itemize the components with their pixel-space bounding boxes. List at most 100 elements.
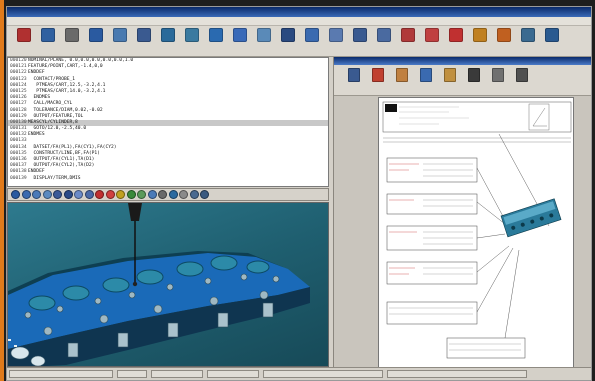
toolbar-button-angle[interactable] [421, 26, 442, 42]
toolbar-button-pencil[interactable] [13, 26, 34, 42]
status-field-1 [9, 370, 113, 378]
application-window: 000120NOMINAL/PLANE, 0.0,0.0,0.0,0.0,0.0… [6, 6, 592, 381]
view-tool-button[interactable] [32, 190, 41, 199]
report-pane [333, 57, 591, 375]
view-tool-button[interactable] [200, 190, 209, 199]
angle-icon [424, 28, 439, 42]
view-tool-button[interactable] [84, 190, 94, 199]
code-text: DATSET/FA(PL1),FA(CY1),FA(CY2) [28, 144, 117, 150]
code-text: OUTPUT/FEATURE,TOL [28, 113, 84, 119]
gear-icon [64, 28, 79, 42]
report-tool-page[interactable] [368, 65, 388, 82]
report-tool-folder[interactable] [440, 65, 460, 82]
view-tool-button[interactable] [42, 190, 52, 199]
toolbar-button-slot[interactable] [325, 26, 346, 42]
code-text: PTMEAS/CART,12.5,-3.2,4.1 [28, 82, 106, 88]
plane-icon [160, 28, 175, 42]
view-tool-button[interactable] [53, 190, 62, 199]
toolbar-button-surface[interactable] [373, 26, 394, 42]
arrow-icon [88, 28, 103, 42]
status-field-3 [151, 370, 203, 378]
view-tool-button[interactable] [189, 190, 199, 199]
cad-3d-viewport[interactable] [7, 202, 329, 367]
dmis-code-editor[interactable]: 000120NOMINAL/PLANE, 0.0,0.0,0.0,0.0,0.0… [7, 57, 329, 187]
inspection-report-page[interactable] [378, 97, 574, 371]
report-part-thumbnail [500, 198, 562, 238]
page-icon [372, 68, 384, 82]
code-text: OUTPUT/FA(CYL1),TA(D1) [28, 157, 95, 162]
status-bar [7, 367, 591, 380]
report-tool-printer[interactable] [344, 65, 364, 82]
view-tool-button[interactable] [11, 190, 20, 199]
code-text: ENDMES [28, 132, 45, 138]
code-text: DISPLAY/TERM,DMIS [28, 175, 81, 181]
status-field-5 [263, 370, 383, 378]
view-tool-button[interactable] [21, 190, 31, 199]
toolbar-button-sphere[interactable] [301, 26, 322, 42]
chart-icon [468, 68, 480, 82]
view-tool-button[interactable] [63, 190, 73, 199]
code-text: ENDMES [28, 95, 51, 101]
toolbar-button-cylinder[interactable] [205, 26, 226, 42]
view-tool-button[interactable] [158, 190, 167, 199]
code-text: CALL/MACRO_CYL [28, 101, 73, 107]
report-tool-chart[interactable] [464, 65, 484, 82]
code-text: FEATURE/POINT,CART,-1.4,0,0 [28, 64, 103, 70]
orange-edge-decoration [0, 0, 4, 381]
toolbar-button-line[interactable] [253, 26, 274, 42]
toolbar-button-gear[interactable] [61, 26, 82, 42]
toolbar-button-probe[interactable] [133, 26, 154, 42]
view-tool-button[interactable] [116, 190, 125, 199]
report-icon [472, 28, 487, 42]
view-tool-button[interactable] [168, 190, 178, 199]
view-tool-button[interactable] [105, 190, 115, 199]
probe-icon [136, 28, 151, 42]
report-tool-binoculars[interactable] [488, 65, 508, 82]
toolbar-button-cross[interactable] [109, 26, 130, 42]
toolbar-button-circle[interactable] [181, 26, 202, 42]
report-content [382, 101, 572, 359]
table-icon [420, 68, 432, 82]
code-text: CONSTRUCT/LINE,BF,FA(P1) [28, 150, 100, 156]
left-pane: 000120NOMINAL/PLANE, 0.0,0.0,0.0,0.0,0.0… [7, 57, 329, 367]
report-tool-table[interactable] [416, 65, 436, 82]
toolbar-button-curve[interactable] [349, 26, 370, 42]
menu-bar[interactable] [7, 17, 591, 26]
toolbar-button-distance[interactable] [397, 26, 418, 42]
line-icon [256, 28, 271, 42]
view-tool-button[interactable] [137, 190, 146, 199]
cone-icon [232, 28, 247, 42]
view-tool-button[interactable] [126, 190, 136, 199]
toolbar-button-point[interactable] [277, 26, 298, 42]
view-tool-button[interactable] [74, 190, 83, 199]
toolbar-button-export[interactable] [517, 26, 538, 42]
toolbar-button-plane[interactable] [157, 26, 178, 42]
code-text: GOTO/12.0,-2.5,40.0 [28, 126, 87, 132]
company-logo [385, 104, 397, 112]
line-number: 000139 [10, 175, 27, 181]
report-tool-zoom[interactable] [512, 65, 532, 82]
curve-icon [352, 28, 367, 42]
distance-icon [400, 28, 415, 42]
toolbar-button-tolerance[interactable] [445, 26, 466, 42]
wrench-icon [40, 28, 55, 42]
report-tool-picture[interactable] [392, 65, 412, 82]
report-toolbar [334, 65, 591, 96]
status-field-2 [117, 370, 147, 378]
toolbar-button-arrow[interactable] [85, 26, 106, 42]
picture-icon [396, 68, 408, 82]
workspace: 000120NOMINAL/PLANE, 0.0,0.0,0.0,0.0,0.0… [7, 57, 591, 375]
toolbar-button-cone[interactable] [229, 26, 250, 42]
view-tool-button[interactable] [179, 190, 188, 199]
view-tool-button[interactable] [95, 190, 104, 199]
surface-icon [376, 28, 391, 42]
code-text: ENDDEF [28, 70, 45, 76]
status-field-6 [387, 370, 527, 378]
toolbar-button-report[interactable] [469, 26, 490, 42]
toolbar-button-help[interactable] [541, 26, 562, 42]
toolbar-button-scan[interactable] [493, 26, 514, 42]
view-tool-button[interactable] [147, 190, 157, 199]
code-line[interactable]: 000139 DISPLAY/TERM,DMIS [8, 176, 328, 182]
slot-icon [328, 28, 343, 42]
toolbar-button-wrench[interactable] [37, 26, 58, 42]
